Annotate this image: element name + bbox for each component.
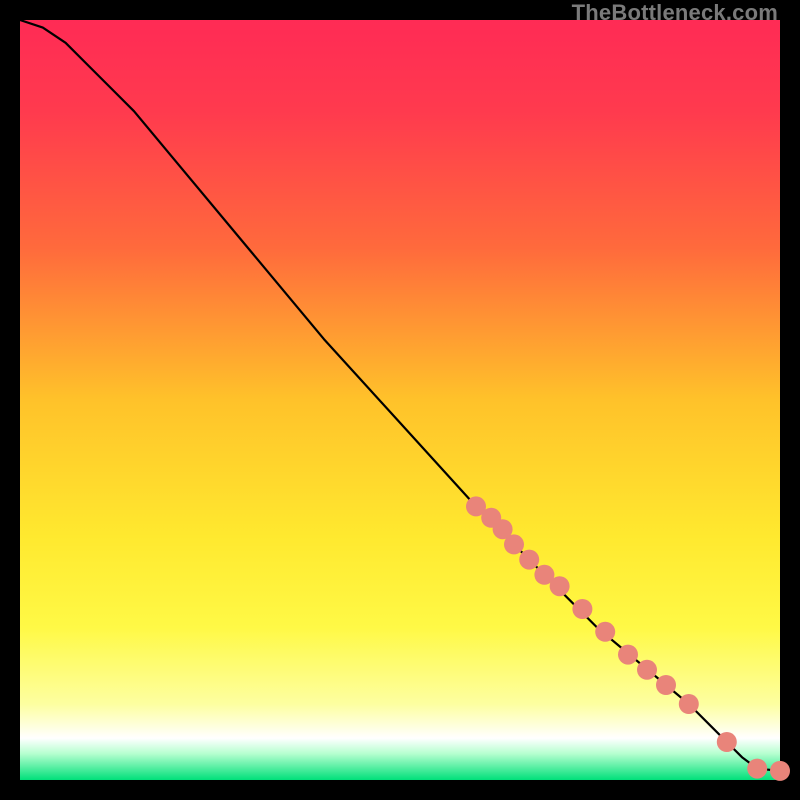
highlight-marker [717,732,737,752]
highlight-marker [679,694,699,714]
highlight-marker [519,550,539,570]
highlight-marker [504,534,524,554]
highlight-marker [656,675,676,695]
highlight-marker-group [466,496,790,780]
chart-plot-layer [20,20,780,780]
highlight-marker [637,660,657,680]
highlight-marker [572,599,592,619]
highlight-marker [618,645,638,665]
highlight-marker [595,622,615,642]
highlight-marker [770,761,790,781]
main-curve [20,20,780,771]
highlight-marker [550,576,570,596]
chart-frame [20,20,780,780]
highlight-marker [747,759,767,779]
